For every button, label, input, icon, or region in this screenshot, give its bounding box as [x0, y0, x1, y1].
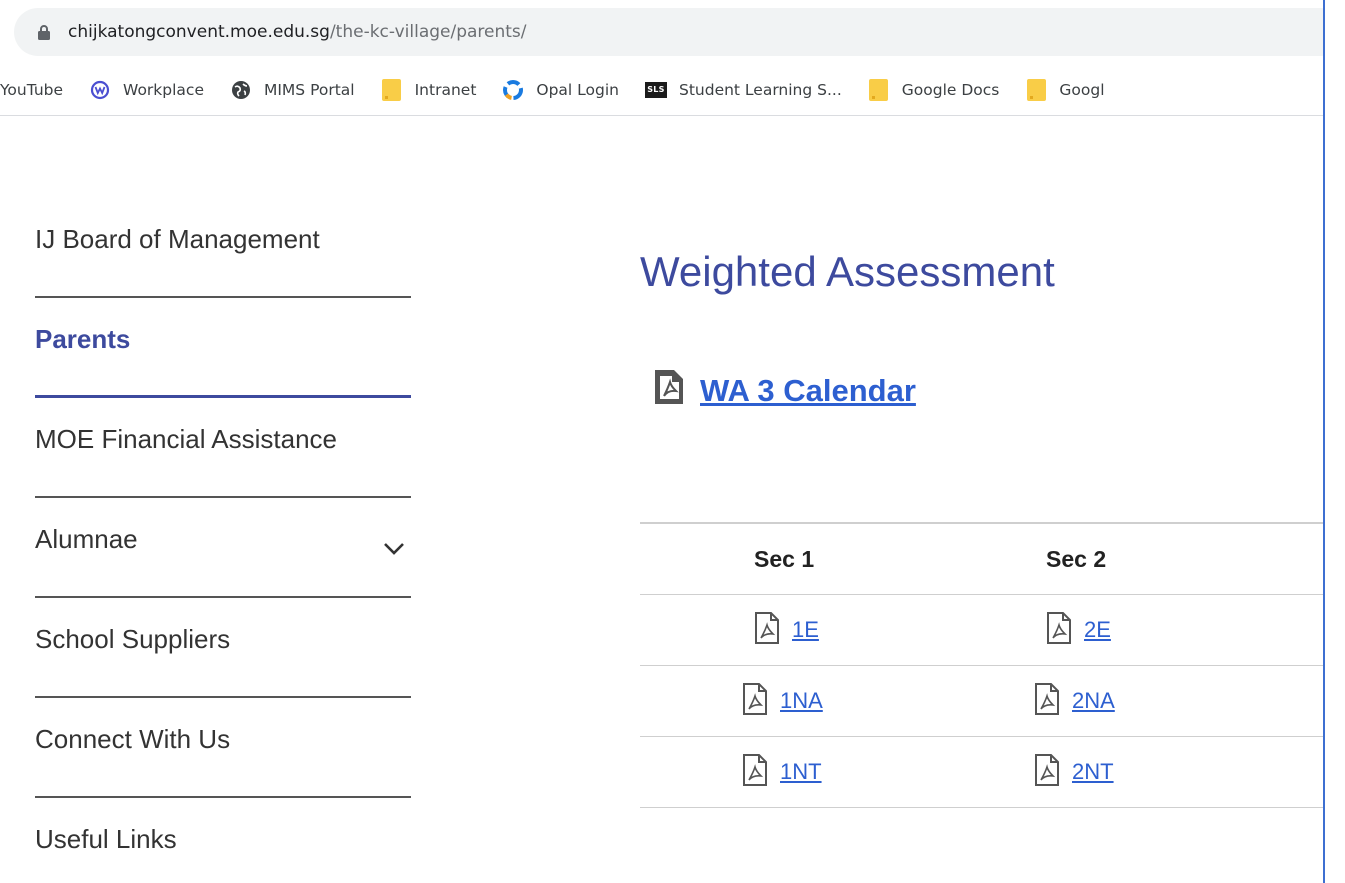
- wa-table: Sec 1 Sec 2 1E 2E 1NA 2NA 1NT 2NT: [640, 522, 1323, 808]
- pdf-cell: 1NA: [742, 682, 1046, 721]
- bookmark-label: Google Docs: [901, 80, 1000, 99]
- bookmark-workplace[interactable]: Workplace: [89, 79, 204, 101]
- table-row: 1NA 2NA: [640, 665, 1323, 737]
- pdf-icon: [652, 368, 686, 414]
- pdf-file-icon: [1046, 611, 1072, 650]
- sidebar-item-label: Useful Links: [35, 824, 177, 854]
- sidebar-nav: IJ Board of Management Parents MOE Finan…: [35, 200, 411, 883]
- sec2-2nt-link[interactable]: 2NT: [1072, 759, 1114, 785]
- sidebar-item-ij-board-of-management[interactable]: IJ Board of Management: [35, 200, 411, 298]
- pdf-cell: 2E: [1046, 611, 1323, 650]
- sidebar-item-label: IJ Board of Management: [35, 224, 320, 254]
- page-title: Weighted Assessment: [640, 248, 1055, 295]
- chevron-down-icon[interactable]: [383, 532, 405, 555]
- pdf-cell: 1NT: [742, 753, 1046, 792]
- bookmark-label: MIMS Portal: [263, 80, 355, 99]
- pdf-cell: 1E: [754, 611, 1046, 650]
- table-row: 1E 2E: [640, 594, 1323, 666]
- column-header-sec2: Sec 2: [1046, 522, 1323, 595]
- sidebar-item-label: Alumnae: [35, 524, 138, 554]
- folder-icon: [868, 78, 890, 101]
- sidebar-item-alumnae[interactable]: Alumnae: [35, 500, 411, 598]
- sls-icon: SLS: [644, 79, 667, 101]
- bookmark-label: Googl: [1059, 80, 1105, 99]
- lock-icon: [38, 24, 50, 40]
- bookmark-student-learning-space[interactable]: SLS Student Learning S...: [644, 79, 842, 101]
- address-bar[interactable]: chijkatongconvent.moe.edu.sg/the-kc-vill…: [14, 8, 1323, 56]
- opal-icon: [502, 79, 524, 101]
- workplace-icon: [89, 79, 111, 101]
- sidebar-item-label: School Suppliers: [35, 624, 231, 654]
- table-header-row: Sec 1 Sec 2: [640, 522, 1323, 595]
- bookmark-google[interactable]: Googl: [1025, 78, 1105, 101]
- sec2-2e-link[interactable]: 2E: [1084, 617, 1111, 643]
- sidebar-item-moe-financial-assistance[interactable]: MOE Financial Assistance: [35, 400, 411, 498]
- browser-frame: chijkatongconvent.moe.edu.sg/the-kc-vill…: [0, 0, 1325, 883]
- bookmark-youtube[interactable]: YouTube: [0, 81, 63, 99]
- sidebar-item-connect-with-us[interactable]: Connect With Us: [35, 700, 411, 798]
- bookmarks-bar: YouTube Workplace MIMS Portal Intranet O…: [0, 64, 1323, 116]
- pdf-cell: 2NT: [1034, 753, 1323, 792]
- folder-icon: [381, 78, 403, 101]
- column-header-sec1: Sec 1: [754, 522, 1046, 595]
- sidebar-item-label: Parents: [35, 324, 131, 354]
- url-path: /the-kc-village/parents/: [329, 22, 527, 42]
- pdf-file-icon: [742, 682, 768, 721]
- bookmark-label: Student Learning S...: [678, 80, 842, 99]
- globe-icon: [230, 79, 252, 101]
- bookmark-intranet[interactable]: Intranet: [381, 78, 477, 101]
- sidebar-item-school-suppliers[interactable]: School Suppliers: [35, 600, 411, 698]
- pdf-cell: 2NA: [1034, 682, 1323, 721]
- bookmark-label: YouTube: [0, 80, 64, 99]
- wa3-calendar-link[interactable]: WA 3 Calendar: [652, 368, 916, 414]
- pdf-file-icon: [754, 611, 780, 650]
- sec1-1e-link[interactable]: 1E: [792, 617, 819, 643]
- pdf-file-icon: [1034, 682, 1060, 721]
- sidebar-item-useful-links[interactable]: Useful Links: [35, 800, 411, 883]
- table-row: 1NT 2NT: [640, 736, 1323, 808]
- sec2-2na-link[interactable]: 2NA: [1072, 688, 1115, 714]
- sidebar-item-label: Connect With Us: [35, 724, 231, 754]
- sidebar-item-parents[interactable]: Parents: [35, 300, 411, 398]
- bookmark-google-docs[interactable]: Google Docs: [868, 78, 1000, 101]
- bookmark-opal-login[interactable]: Opal Login: [502, 79, 619, 101]
- url-host: chijkatongconvent.moe.edu.sg: [68, 22, 330, 42]
- bookmark-label: Intranet: [414, 80, 477, 99]
- bookmark-label: Opal Login: [536, 80, 619, 99]
- bookmark-label: Workplace: [123, 80, 204, 99]
- sec1-1nt-link[interactable]: 1NT: [780, 759, 822, 785]
- folder-icon: [1025, 78, 1047, 101]
- pdf-file-icon: [742, 753, 768, 792]
- calendar-link-label: WA 3 Calendar: [700, 373, 916, 408]
- pdf-file-icon: [1034, 753, 1060, 792]
- sec1-1na-link[interactable]: 1NA: [780, 688, 823, 714]
- bookmark-mims-portal[interactable]: MIMS Portal: [230, 79, 355, 101]
- sidebar-item-label: MOE Financial Assistance: [35, 424, 338, 454]
